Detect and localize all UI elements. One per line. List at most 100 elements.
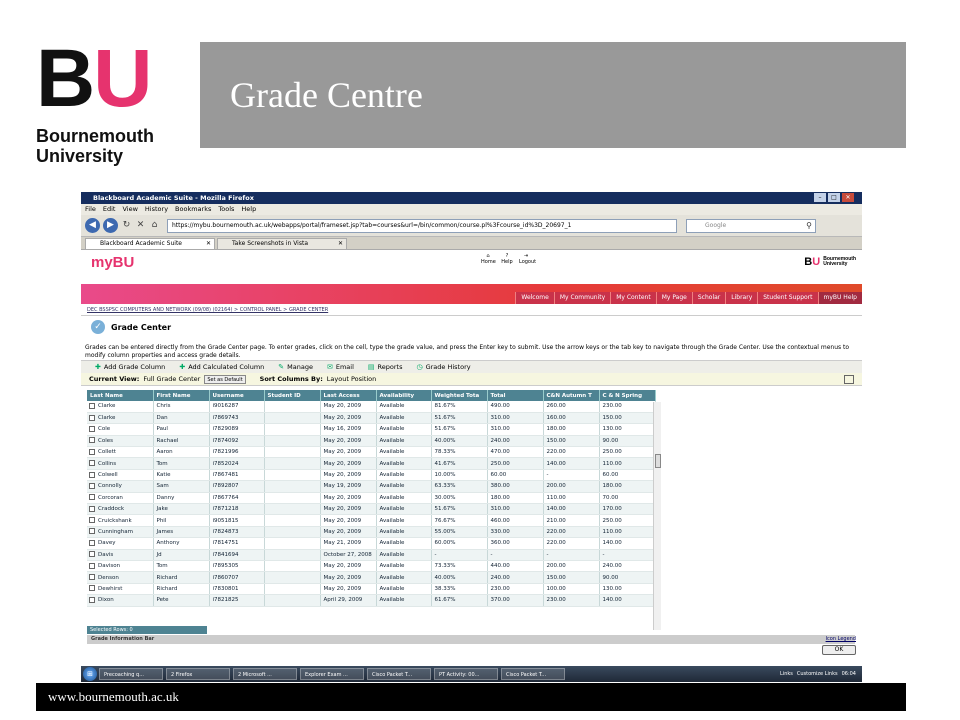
- grade-cell[interactable]: 40.00%: [431, 435, 488, 448]
- grade-cell[interactable]: 470.00: [487, 446, 544, 459]
- grade-cell[interactable]: Danny: [153, 492, 210, 505]
- grade-cell[interactable]: [264, 492, 321, 505]
- grade-cell[interactable]: Dan: [153, 412, 210, 425]
- grade-cell[interactable]: 81.67%: [431, 401, 488, 413]
- reload-icon[interactable]: ↻: [121, 218, 132, 233]
- grade-cell[interactable]: i7830801: [209, 583, 265, 596]
- grade-cell[interactable]: [264, 469, 321, 482]
- grade-cell[interactable]: Katie: [153, 469, 210, 482]
- last-name-cell[interactable]: Corcoran: [87, 492, 154, 505]
- grade-cell[interactable]: 310.00: [487, 503, 544, 516]
- grade-cell[interactable]: May 20, 2009: [320, 446, 377, 459]
- grade-cell[interactable]: Available: [376, 457, 432, 470]
- column-header[interactable]: Weighted Tota: [431, 390, 488, 401]
- grade-cell[interactable]: 310.00: [487, 412, 544, 425]
- taskbar-item[interactable]: 2 Microsoft ...: [233, 668, 297, 680]
- add-calculated-column-button[interactable]: ✚ Add Calculated Column: [179, 361, 264, 373]
- grade-cell[interactable]: 73.33%: [431, 560, 488, 573]
- table-row[interactable]: Clarke Dan i7869743 May 20, 2009 Available 51…: [87, 412, 656, 425]
- menu-view[interactable]: View: [122, 204, 137, 215]
- grade-cell[interactable]: -: [487, 549, 544, 561]
- grade-cell[interactable]: 140.00: [543, 503, 600, 516]
- last-name-cell[interactable]: Denson: [87, 571, 154, 584]
- maximize-icon[interactable]: □: [828, 193, 840, 202]
- last-name-cell[interactable]: Craddock: [87, 503, 154, 516]
- row-checkbox[interactable]: [89, 574, 95, 581]
- table-row[interactable]: Dewhirst Richard i7830801 May 20, 2009 Avail…: [87, 583, 656, 596]
- grade-cell[interactable]: Available: [376, 560, 432, 573]
- grade-cell[interactable]: 140.00: [543, 457, 600, 470]
- url-bar[interactable]: https://mybu.bournemouth.ac.uk/webapps/p…: [167, 218, 677, 233]
- grade-cell[interactable]: Tom: [153, 560, 210, 573]
- last-name-cell[interactable]: Dewhirst: [87, 583, 154, 596]
- nav-library[interactable]: Library: [725, 292, 758, 304]
- grade-cell[interactable]: May 20, 2009: [320, 401, 377, 413]
- table-row[interactable]: Cruickshank Phil i9051815 May 20, 2009 Avail…: [87, 514, 656, 527]
- last-name-cell[interactable]: Collins: [87, 457, 154, 470]
- grade-cell[interactable]: 180.00: [599, 480, 656, 493]
- grade-cell[interactable]: 490.00: [487, 401, 544, 413]
- logout-link[interactable]: ⇥ Logout: [519, 253, 536, 265]
- icon-legend-link[interactable]: Icon Legend: [826, 635, 856, 644]
- grade-cell[interactable]: May 16, 2009: [320, 423, 377, 436]
- grade-cell[interactable]: i7852024: [209, 457, 265, 470]
- reports-menu[interactable]: ▤ Reports: [368, 361, 403, 373]
- home-link[interactable]: ⌂ Home: [481, 253, 496, 265]
- grade-cell[interactable]: 110.00: [599, 457, 656, 470]
- menu-file[interactable]: File: [85, 204, 96, 215]
- grade-cell[interactable]: i7892807: [209, 480, 265, 493]
- last-name-cell[interactable]: Colwell: [87, 469, 154, 482]
- footer-url[interactable]: www.bournemouth.ac.uk: [48, 689, 179, 705]
- grade-cell[interactable]: i7867481: [209, 469, 265, 482]
- grade-cell[interactable]: 220.00: [543, 526, 600, 539]
- grade-cell[interactable]: [264, 549, 321, 561]
- grade-cell[interactable]: Aaron: [153, 446, 210, 459]
- table-row[interactable]: Dixon Pete i7821825 April 29, 2009 Available…: [87, 594, 656, 607]
- grade-cell[interactable]: Available: [376, 435, 432, 448]
- stop-icon[interactable]: ✕: [135, 218, 146, 233]
- grade-cell[interactable]: May 20, 2009: [320, 560, 377, 573]
- grade-cell[interactable]: [264, 503, 321, 516]
- grade-cell[interactable]: 380.00: [487, 480, 544, 493]
- nav-my-page[interactable]: My Page: [655, 292, 692, 304]
- grade-cell[interactable]: [264, 594, 321, 607]
- row-checkbox[interactable]: [89, 437, 95, 444]
- grade-cell[interactable]: 110.00: [543, 492, 600, 505]
- tab-close-icon[interactable]: ✕: [206, 239, 211, 249]
- column-header[interactable]: Last Name: [87, 390, 154, 401]
- grade-cell[interactable]: 370.00: [487, 594, 544, 607]
- grade-cell[interactable]: May 20, 2009: [320, 583, 377, 596]
- grade-cell[interactable]: i7871218: [209, 503, 265, 516]
- grade-cell[interactable]: Available: [376, 412, 432, 425]
- grade-cell[interactable]: May 19, 2009: [320, 480, 377, 493]
- grade-cell[interactable]: Anthony: [153, 537, 210, 550]
- table-row[interactable]: Denson Richard i7860707 May 20, 2009 Availab…: [87, 571, 656, 584]
- column-header[interactable]: Username: [209, 390, 265, 401]
- grade-cell[interactable]: 250.00: [599, 514, 656, 527]
- grade-cell[interactable]: Available: [376, 537, 432, 550]
- row-checkbox[interactable]: [89, 460, 95, 467]
- grade-cell[interactable]: Tom: [153, 457, 210, 470]
- grade-cell[interactable]: i7874092: [209, 435, 265, 448]
- grade-cell[interactable]: i7841694: [209, 549, 265, 561]
- grade-cell[interactable]: [264, 571, 321, 584]
- row-checkbox[interactable]: [89, 494, 95, 501]
- grade-cell[interactable]: James: [153, 526, 210, 539]
- grade-cell[interactable]: [264, 480, 321, 493]
- row-checkbox[interactable]: [89, 414, 95, 421]
- grade-cell[interactable]: May 21, 2009: [320, 537, 377, 550]
- menu-edit[interactable]: Edit: [103, 204, 116, 215]
- row-checkbox[interactable]: [89, 539, 95, 546]
- grade-cell[interactable]: May 20, 2009: [320, 435, 377, 448]
- table-row[interactable]: Craddock Jake i7871218 May 20, 2009 Availabl…: [87, 503, 656, 516]
- grade-cell[interactable]: Available: [376, 423, 432, 436]
- grade-cell[interactable]: Available: [376, 401, 432, 413]
- grade-cell[interactable]: 60.00%: [431, 537, 488, 550]
- column-header[interactable]: Total: [487, 390, 544, 401]
- menu-bookmarks[interactable]: Bookmarks: [175, 204, 211, 215]
- grade-cell[interactable]: 63.33%: [431, 480, 488, 493]
- grade-cell[interactable]: 230.00: [599, 401, 656, 413]
- table-row[interactable]: Coles Rachael i7874092 May 20, 2009 Availabl…: [87, 435, 656, 448]
- last-name-cell[interactable]: Davison: [87, 560, 154, 573]
- forward-icon[interactable]: ▶: [103, 218, 118, 233]
